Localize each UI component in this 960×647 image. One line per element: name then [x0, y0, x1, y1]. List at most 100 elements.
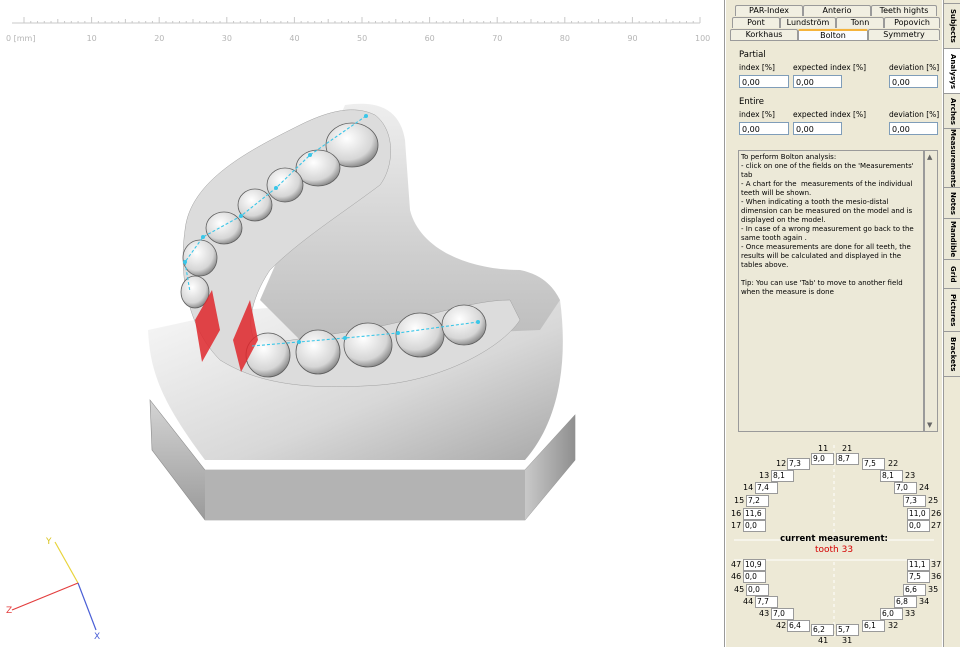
tooth-32-value[interactable]: 6,1: [862, 620, 885, 632]
tooth-22-number: 22: [888, 459, 899, 468]
entire-deviation-label: deviation [%]: [889, 110, 940, 119]
tooth-15-value[interactable]: 7,2: [746, 495, 769, 507]
tab-pont[interactable]: Pont: [732, 17, 780, 28]
partial-index-field[interactable]: 0,00: [739, 75, 789, 88]
tooth-23-value[interactable]: 8,1: [880, 470, 903, 482]
entire-deviation-field[interactable]: 0,00: [889, 122, 938, 135]
tooth-33-number: 33: [905, 609, 916, 618]
tooth-15-number: 15: [734, 496, 745, 505]
tooth-23-number: 23: [905, 471, 916, 480]
entire-index-label: index [%]: [739, 110, 775, 119]
tooth-36-value[interactable]: 7,5: [907, 571, 930, 583]
tooth-11-value[interactable]: 9,0: [811, 453, 834, 465]
axis-indicator: Y Z X: [6, 537, 100, 642]
tooth-25-number: 25: [928, 496, 939, 505]
scroll-up-icon[interactable]: ▲: [927, 153, 932, 161]
tooth-44-number: 44: [743, 597, 754, 606]
x-axis-label: X: [94, 632, 100, 642]
tooth-14-value[interactable]: 7,4: [755, 482, 778, 494]
bolton-instructions: To perform Bolton analysis: - click on o…: [738, 150, 924, 432]
vtab-mandible[interactable]: Mandible: [944, 218, 960, 260]
instructions-scrollbar[interactable]: ▲ ▼: [924, 150, 938, 432]
tooth-46-number: 46: [731, 572, 742, 581]
partial-deviation-label: deviation [%]: [889, 63, 940, 72]
tooth-21-number: 21: [842, 444, 853, 453]
vtab-brackets[interactable]: Brackets: [944, 331, 960, 377]
tab-row-2: Pont Lundström Tonn Popovich: [730, 17, 940, 28]
tooth-26-number: 26: [931, 509, 942, 518]
vtab-arches[interactable]: Arches: [944, 93, 960, 129]
tooth-45-number: 45: [734, 585, 745, 594]
tab-korkhaus[interactable]: Korkhaus: [730, 29, 798, 40]
tooth-17-value[interactable]: 0,0: [743, 520, 766, 532]
vtab-measurements[interactable]: Measurements: [944, 128, 960, 188]
tab-anterio[interactable]: Anterio: [803, 5, 871, 16]
tooth-37-number: 37: [931, 560, 942, 569]
tooth-measurement-chart: 11 9,0 21 8,7 12 7,3 22 7,5 13 8,1 23 8,…: [726, 437, 942, 647]
tab-teeth-hights[interactable]: Teeth hights: [871, 5, 937, 16]
tab-row-3: Korkhaus Bolton Symmetry: [730, 29, 940, 41]
tooth-35-value[interactable]: 6,6: [903, 584, 926, 596]
scroll-down-icon[interactable]: ▼: [927, 421, 932, 429]
tab-popovich[interactable]: Popovich: [884, 17, 940, 28]
tooth-43-value[interactable]: 7,0: [771, 608, 794, 620]
tooth-21-value[interactable]: 8,7: [836, 453, 859, 465]
partial-deviation-field[interactable]: 0,00: [889, 75, 938, 88]
entire-title: Entire: [739, 97, 764, 107]
tooth-34-value[interactable]: 6,8: [894, 596, 917, 608]
tooth-41-number: 41: [818, 636, 829, 645]
vertical-tab-strip: Subjects Analysys Arches Measurements No…: [943, 0, 960, 647]
partial-expected-field[interactable]: 0,00: [793, 75, 842, 88]
vtab-grid[interactable]: Grid: [944, 259, 960, 289]
tooth-37-value[interactable]: 11,1: [907, 559, 930, 571]
y-axis-label: Y: [45, 537, 52, 547]
tooth-31-value[interactable]: 5,7: [836, 624, 859, 636]
tooth-13-number: 13: [759, 471, 770, 480]
tooth-44-value[interactable]: 7,7: [755, 596, 778, 608]
tooth-26-value[interactable]: 11,0: [907, 508, 930, 520]
tooth-42-value[interactable]: 6,4: [787, 620, 810, 632]
tooth-16-value[interactable]: 11,6: [743, 508, 766, 520]
tooth-27-value[interactable]: 0,0: [907, 520, 930, 532]
current-measurement-label: current measurement:: [780, 534, 888, 544]
partial-title: Partial: [739, 50, 766, 60]
vtab-analysys[interactable]: Analysys: [944, 48, 960, 94]
vtab-notes[interactable]: Notes: [944, 187, 960, 219]
3d-viewport[interactable]: 0 [mm] 10 20 30 40 50 60 70 80 90 100 Y …: [0, 0, 725, 647]
tooth-46-value[interactable]: 0,0: [743, 571, 766, 583]
tooth-47-value[interactable]: 10,9: [743, 559, 766, 571]
tooth-16-number: 16: [731, 509, 742, 518]
current-measurement-tooth: tooth 33: [814, 545, 854, 555]
tooth-14-number: 14: [743, 483, 754, 492]
tab-tonn[interactable]: Tonn: [836, 17, 884, 28]
tooth-33-value[interactable]: 6,0: [880, 608, 903, 620]
tooth-45-value[interactable]: 0,0: [746, 584, 769, 596]
vtab-subjects[interactable]: Subjects: [944, 3, 960, 49]
tooth-12-value[interactable]: 7,3: [787, 458, 810, 470]
tooth-22-value[interactable]: 7,5: [862, 458, 885, 470]
tooth-35-number: 35: [928, 585, 939, 594]
tooth-43-number: 43: [759, 609, 770, 618]
entire-index-field[interactable]: 0,00: [739, 122, 789, 135]
tooth-36-number: 36: [931, 572, 942, 581]
partial-expected-label: expected index [%]: [793, 63, 867, 72]
tooth-24-value[interactable]: 7,0: [894, 482, 917, 494]
tooth-25-value[interactable]: 7,3: [903, 495, 926, 507]
tooth-11-number: 11: [818, 444, 829, 453]
vtab-pictures[interactable]: Pictures: [944, 288, 960, 332]
tooth-17-number: 17: [731, 521, 742, 530]
tab-row-1: PAR-Index Anterio Teeth hights: [730, 5, 938, 16]
tab-lundstrom[interactable]: Lundström: [780, 17, 836, 28]
tooth-31-number: 31: [842, 636, 853, 645]
tab-par-index[interactable]: PAR-Index: [735, 5, 803, 16]
entire-expected-label: expected index [%]: [793, 110, 867, 119]
tooth-13-value[interactable]: 8,1: [771, 470, 794, 482]
tab-divider: [730, 40, 938, 41]
tooth-41-value[interactable]: 6,2: [811, 624, 834, 636]
entire-expected-field[interactable]: 0,00: [793, 122, 842, 135]
tooth-32-number: 32: [888, 621, 899, 630]
tooth-12-number: 12: [776, 459, 787, 468]
partial-index-label: index [%]: [739, 63, 775, 72]
tooth-24-number: 24: [919, 483, 930, 492]
tab-symmetry[interactable]: Symmetry: [868, 29, 940, 40]
